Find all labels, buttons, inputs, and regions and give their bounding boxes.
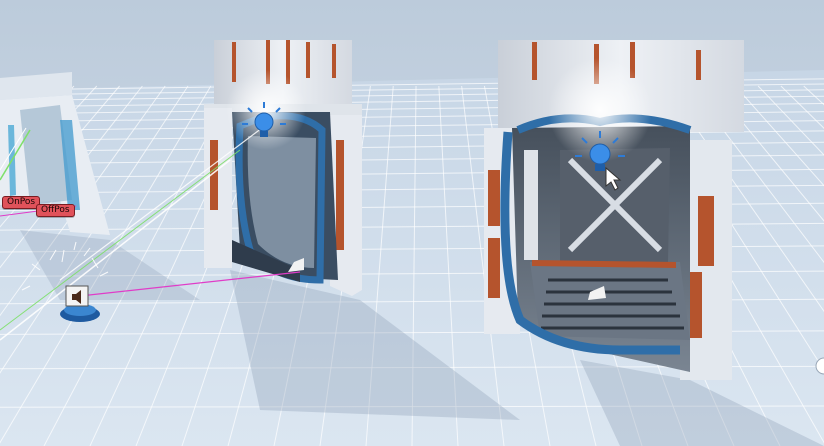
onpos-label[interactable]: OnPos [2, 196, 41, 209]
light-glow-left [226, 70, 306, 150]
scene-canvas[interactable] [0, 0, 824, 446]
offpos-label[interactable]: OffPos [36, 204, 75, 217]
scene-viewport[interactable]: OnPos OffPos [0, 0, 824, 446]
